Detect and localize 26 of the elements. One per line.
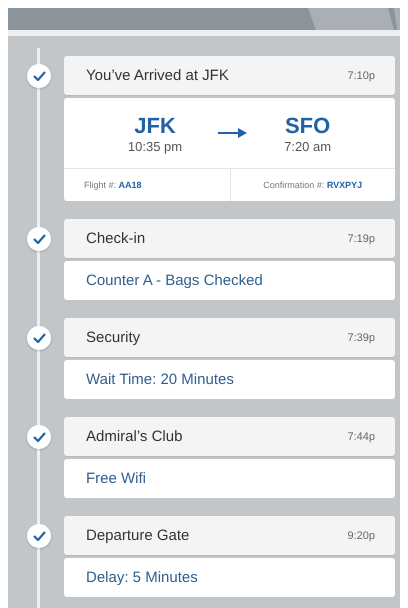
origin-airport-code: JFK xyxy=(134,112,176,138)
destination-airport-code: SFO xyxy=(284,112,330,138)
destination-time: 7:20 am xyxy=(284,138,332,154)
step-note: Wait Time: 20 Minutes xyxy=(85,370,235,390)
step-header[interactable]: Security 7:39p xyxy=(64,318,395,357)
right-arrow-icon xyxy=(218,127,248,139)
step-time: 7:44p xyxy=(347,430,375,442)
step-header[interactable]: You’ve Arrived at JFK 7:10p xyxy=(64,56,395,95)
step-header[interactable]: Check-in 7:19p xyxy=(64,219,395,258)
step-note: Free Wifi xyxy=(85,469,147,489)
step-time: 7:10p xyxy=(347,70,375,82)
origin-time: 10:35 pm xyxy=(128,138,182,154)
step-title: Departure Gate xyxy=(86,527,190,544)
step-note: Counter A - Bags Checked xyxy=(85,271,264,291)
step-header[interactable]: Departure Gate 9:20p xyxy=(64,516,395,555)
step-title: Security xyxy=(86,329,140,346)
confirmation-number: Confirmation #: RVXPYJ xyxy=(230,169,395,201)
step-title: You’ve Arrived at JFK xyxy=(86,67,229,84)
flight-number: Flight #: AA18 xyxy=(83,179,143,192)
step-time: 7:19p xyxy=(347,232,375,244)
step-time: 9:20p xyxy=(347,530,375,542)
step-time: 7:39p xyxy=(347,332,375,344)
step-title: Check-in xyxy=(86,230,146,247)
step-title: Admiral’s Club xyxy=(86,428,182,445)
step-header[interactable]: Admiral’s Club 7:44p xyxy=(64,417,395,456)
step-note: Delay: 5 Minutes xyxy=(85,568,199,588)
